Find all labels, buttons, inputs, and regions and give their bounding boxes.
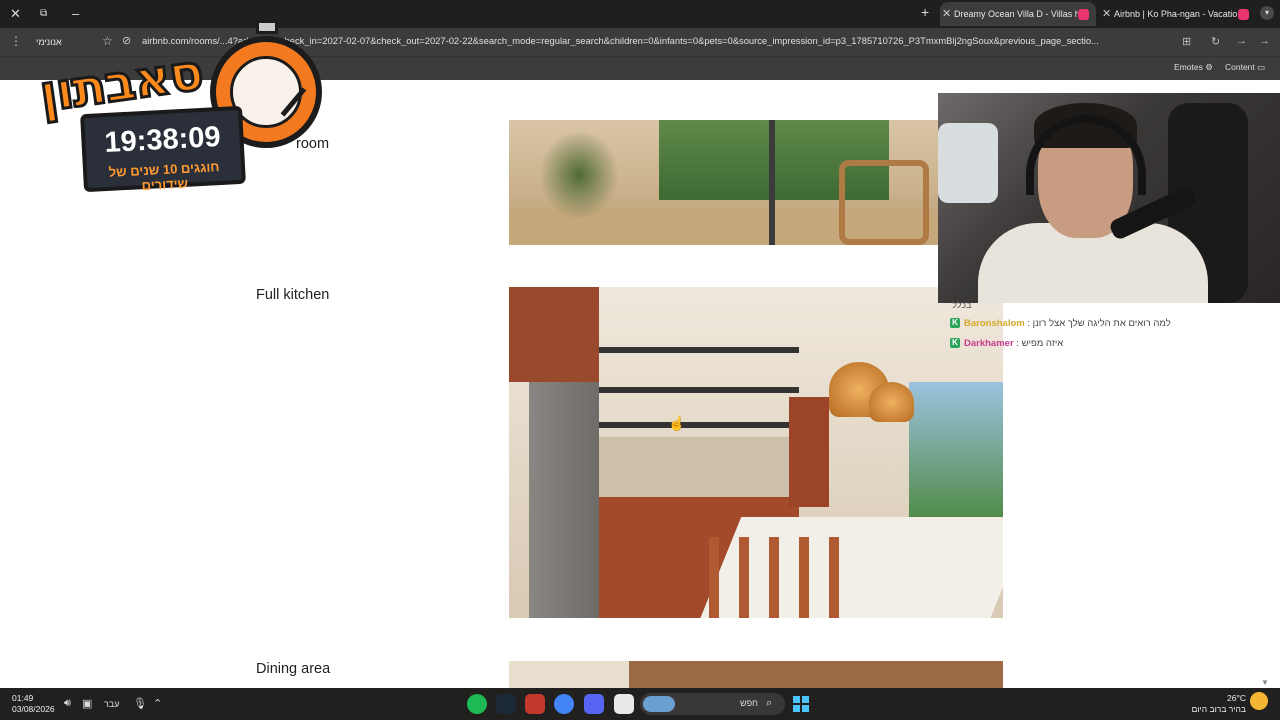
forward-icon[interactable]: → (1236, 35, 1247, 47)
chat-message: K Darkhamer : איזה מפיש (950, 338, 1063, 349)
stream-timer-overlay: סאבתון 19:38:09 חוגגים 10 שנים של שידורי… (10, 14, 325, 206)
windows-taskbar: 01:49 03/08/2026 🔊︎ ▣ עבר 🎙︎ ⌃ חפש ⌕ 26°… (0, 688, 1280, 720)
chat-username: Baronshalom (964, 318, 1025, 329)
chat-username: Darkhamer (964, 338, 1014, 349)
kick-badge-icon: K (950, 338, 960, 349)
airbnb-favicon-icon (1238, 9, 1249, 20)
windows-start-icon[interactable] (793, 696, 809, 712)
new-tab-button[interactable]: + (921, 4, 929, 20)
stream-timer: 19:38:09 (103, 120, 222, 160)
tab-label: Airbnb | Ko Pha-ngan - Vacatio (1114, 9, 1238, 19)
back-icon[interactable]: → (1259, 35, 1270, 47)
chat-header: בכלל (952, 300, 972, 310)
weather-sun-icon (1250, 692, 1268, 710)
search-highlight-icon (643, 696, 675, 712)
reload-icon[interactable]: ↻ (1211, 35, 1220, 48)
scroll-down-icon[interactable]: ▼ (1261, 678, 1269, 687)
tab-close-icon[interactable]: ✕ (1102, 2, 1111, 26)
tab-search-chevron-icon[interactable]: ▾ (1260, 6, 1274, 20)
language-indicator[interactable]: עבר (104, 699, 119, 709)
file-explorer-icon[interactable] (614, 694, 634, 714)
webcam-overlay (938, 93, 1280, 303)
emotes-label: Emotes (1174, 62, 1203, 72)
chat-text: : למה רואים את הליגה שלך אצל רונן (1027, 318, 1171, 329)
volume-icon[interactable]: 🔊︎ (64, 697, 71, 710)
chrome-icon[interactable] (554, 694, 574, 714)
clock-time: 01:49 (12, 693, 34, 703)
app-icon[interactable] (525, 694, 545, 714)
weather-temperature: 26°C (1227, 693, 1246, 703)
emotes-extension[interactable]: Emotes ⚙ (1174, 62, 1213, 73)
kitchen-photo[interactable] (509, 287, 1003, 618)
dining-photo[interactable] (509, 661, 1003, 688)
chat-text: : איזה מפיש (1016, 338, 1064, 349)
tab-airbnb-ko-phangan[interactable]: ✕ Airbnb | Ko Pha-ngan - Vacatio (1100, 2, 1256, 26)
extensions-icon[interactable]: ⊞ (1182, 35, 1191, 48)
tab-label: Dreamy Ocean Villa D - Villas h (954, 9, 1080, 19)
microphone-icon[interactable]: 🎙︎ (133, 697, 147, 710)
tray-chevron-icon[interactable]: ⌃ (153, 697, 162, 710)
section-label-full-kitchen: Full kitchen (256, 287, 330, 303)
airbnb-favicon-icon (1078, 9, 1089, 20)
weather-widget[interactable]: 26°C בהיר ברוב היום (1190, 693, 1246, 715)
section-label-dining-area: Dining area (256, 661, 331, 677)
timer-box: 19:38:09 חוגגים 10 שנים של שידורים (80, 105, 246, 193)
tab-dreamy-ocean-villa[interactable]: ✕ Dreamy Ocean Villa D - Villas h (940, 2, 1096, 26)
chat-message: K Baronshalom : למה רואים את הליגה שלך אצ… (950, 318, 1171, 329)
content-extension[interactable]: Content ▭ (1225, 62, 1265, 73)
taskbar-clock[interactable]: 01:49 03/08/2026 (12, 693, 55, 715)
hand-cursor-icon: ☝ (668, 415, 686, 431)
display-icon[interactable]: ▣ (82, 697, 92, 710)
tab-close-icon[interactable]: ✕ (942, 2, 951, 26)
search-placeholder: חפש (740, 698, 758, 708)
discord-icon[interactable] (584, 694, 604, 714)
spotify-icon[interactable] (467, 694, 487, 714)
search-icon: ⌕ (766, 697, 773, 709)
kick-badge-icon: K (950, 318, 960, 329)
taskbar-search[interactable]: חפש ⌕ (640, 693, 785, 715)
room-photo[interactable] (509, 120, 939, 245)
content-label: Content (1225, 62, 1255, 72)
steam-icon[interactable] (496, 694, 516, 714)
timer-subtitle: חוגגים 10 שנים של שידורים (108, 159, 220, 194)
clock-date: 03/08/2026 (12, 704, 55, 714)
weather-description: בהיר ברוב היום (1191, 704, 1246, 714)
